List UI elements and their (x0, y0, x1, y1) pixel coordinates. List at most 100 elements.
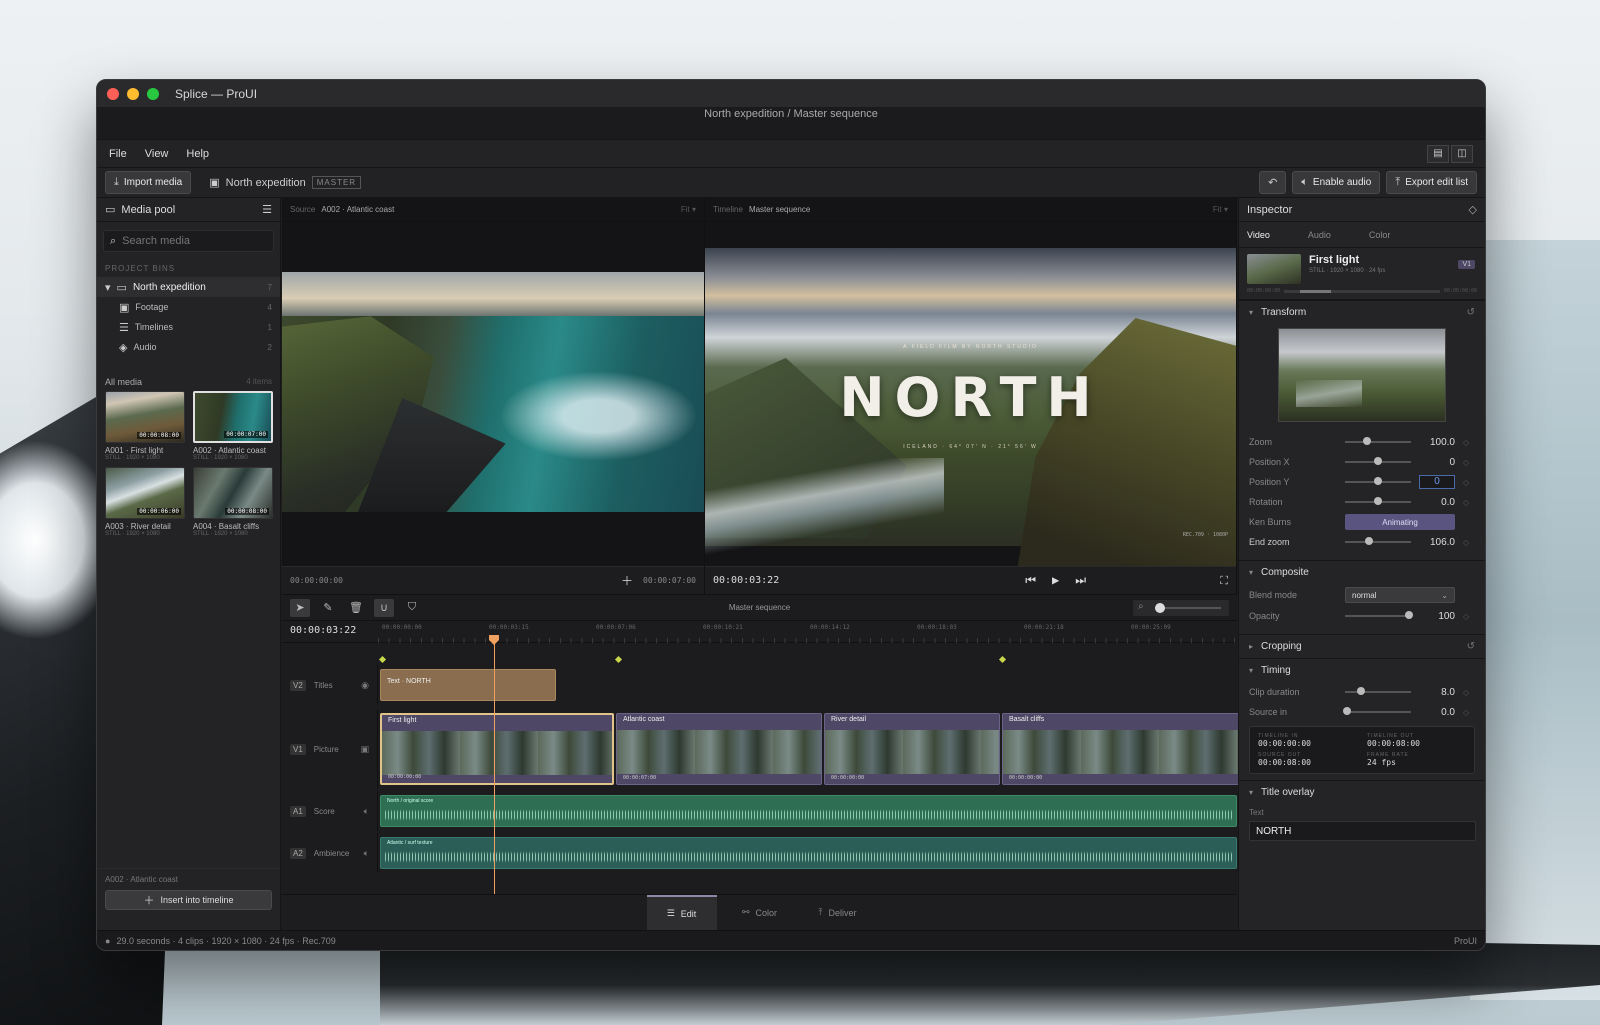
slider-knob[interactable] (1365, 537, 1373, 545)
overlay-text-input[interactable] (1249, 821, 1476, 841)
skip-back-icon[interactable]: ⏮ (1025, 573, 1036, 588)
marker-icon[interactable]: ⛉ (402, 599, 422, 617)
speaker-icon[interactable]: 🔈︎ (364, 848, 369, 859)
zoom-slider-knob[interactable] (1155, 602, 1165, 613)
video-clip[interactable]: Atlantic coast 00:00:07:00 (616, 713, 822, 785)
add-to-timeline-icon[interactable]: ＋ (621, 572, 633, 589)
menu-help[interactable]: Help (186, 148, 209, 160)
import-media-button[interactable]: ⤓ Import media (105, 171, 192, 194)
audio-clip[interactable]: Atlantic / surf texture (380, 837, 1237, 869)
tab-edit[interactable]: ☰ Edit (646, 895, 717, 930)
media-item[interactable]: 00:00:08:00 A004 · Basalt cliffs STILL ·… (193, 467, 273, 537)
timeline-ruler[interactable]: 00:00:03:22 00:00:00:00 00:00:03:15 00:0… (282, 621, 1237, 643)
playhead[interactable] (494, 643, 495, 894)
end-zoom-slider[interactable] (1345, 537, 1411, 545)
undo-button[interactable]: ↶ (1259, 171, 1287, 194)
title-clip[interactable]: Text · NORTH (380, 669, 556, 701)
reset-icon[interactable]: ↺ (1467, 307, 1475, 318)
diamond-icon[interactable]: ◇ (1469, 203, 1477, 216)
media-item[interactable]: 00:00:08:00 A001 · First light STILL · 1… (105, 391, 185, 461)
eye-icon[interactable]: ◉ (361, 680, 369, 691)
prop-value[interactable]: 0.0 (1419, 497, 1455, 508)
slider-knob[interactable] (1374, 477, 1382, 485)
video-clip[interactable]: First light 00:00:00:00 (380, 713, 614, 785)
zoom-slider[interactable] (1345, 437, 1411, 445)
ken-burns-toggle[interactable]: Animating (1345, 514, 1455, 530)
prop-value[interactable]: 100 (1419, 611, 1455, 622)
select-tool-icon[interactable]: ➤ (290, 598, 310, 617)
clip-duration-slider[interactable] (1345, 687, 1411, 695)
enable-audio-button[interactable]: 🔈︎ Enable audio (1292, 171, 1381, 194)
slider-knob[interactable] (1363, 437, 1371, 445)
program-fit-dropdown[interactable]: Fit ▾ (1213, 205, 1228, 214)
slider-knob[interactable] (1374, 497, 1382, 505)
fullscreen-icon[interactable]: ⛶ (1220, 574, 1228, 588)
slider-knob[interactable] (1405, 611, 1413, 619)
speaker-icon[interactable]: 🔈︎ (364, 806, 369, 817)
keyframe-icon[interactable]: ◇ (1463, 612, 1469, 621)
audio-clip[interactable]: North / original score (380, 795, 1237, 827)
close-window-button[interactable] (107, 87, 119, 100)
tab-color-inspector[interactable]: Color (1369, 230, 1391, 240)
delete-icon[interactable]: 🗑︎ (346, 599, 366, 617)
source-in-slider[interactable] (1343, 707, 1411, 715)
rotation-slider[interactable] (1345, 497, 1411, 505)
section-title-overlay[interactable]: ▾ Title overlay (1239, 780, 1485, 804)
keyframe-icon[interactable]: ◇ (1463, 478, 1469, 487)
position-x-slider[interactable] (1345, 457, 1411, 465)
reset-icon[interactable]: ↺ (1467, 641, 1475, 652)
position-y-input[interactable]: 0 (1419, 475, 1455, 489)
bin-footage[interactable]: ▣ Footage 4 (97, 297, 280, 317)
source-viewer[interactable]: Source A002 · Atlantic coast Fit ▾ 00:00:0… (282, 198, 705, 594)
prop-value[interactable]: 100.0 (1419, 437, 1455, 448)
bin-timelines[interactable]: ☰ Timelines 1 (97, 317, 280, 337)
chevron-down-icon[interactable]: ▾ (105, 281, 111, 294)
menu-file[interactable]: File (109, 148, 127, 160)
timeline-marker[interactable] (998, 655, 1007, 664)
media-item[interactable]: 00:00:06:00 A003 · River detail STILL · … (105, 467, 185, 537)
keyframe-icon[interactable]: ◇ (1463, 458, 1469, 467)
zoom-window-button[interactable] (147, 87, 159, 100)
bin-audio[interactable]: ◈ Audio 2 (97, 337, 280, 357)
keyframe-icon[interactable]: ◇ (1463, 538, 1469, 547)
media-item[interactable]: 00:00:07:00 A002 · Atlantic coast STILL … (193, 391, 273, 461)
section-cropping[interactable]: ▸ Cropping ↺ (1239, 634, 1485, 658)
timeline-marker[interactable] (378, 655, 387, 664)
tab-audio[interactable]: Audio (1308, 230, 1331, 240)
minimize-window-button[interactable] (127, 87, 139, 100)
keyframe-icon[interactable]: ◇ (1463, 708, 1469, 717)
prop-value[interactable]: 8.0 (1419, 687, 1455, 698)
skip-forward-icon[interactable]: ⏭ (1075, 573, 1086, 588)
slider-knob[interactable] (1374, 457, 1382, 465)
play-icon[interactable]: ▶ (1052, 573, 1059, 588)
insert-into-timeline-button[interactable]: ＋ Insert into timeline (105, 890, 272, 910)
tab-deliver[interactable]: ⤒ Deliver (803, 895, 873, 930)
snap-magnet-icon[interactable]: ∪ (374, 598, 394, 617)
source-fit-dropdown[interactable]: Fit ▾ (681, 205, 696, 214)
video-clip[interactable]: Basalt cliffs 00:00:00:00 (1002, 713, 1242, 785)
keyframe-icon[interactable]: ◇ (1463, 688, 1469, 697)
prop-value[interactable]: 0.0 (1419, 707, 1455, 718)
keyframe-icon[interactable]: ◇ (1463, 438, 1469, 447)
position-y-slider[interactable] (1345, 477, 1411, 485)
section-composite[interactable]: ▾ Composite (1239, 560, 1485, 584)
prop-value[interactable]: 0 (1419, 457, 1455, 468)
program-viewer[interactable]: Timeline Master sequence Fit ▾ A FIELD FIL… (705, 198, 1237, 596)
prop-value[interactable]: 106.0 (1419, 537, 1455, 548)
section-timing[interactable]: ▾ Timing (1239, 658, 1485, 682)
blade-tool-icon[interactable]: ✎ (318, 599, 338, 617)
slider-knob[interactable] (1357, 687, 1365, 695)
tab-video[interactable]: Video (1247, 230, 1270, 240)
list-view-icon[interactable]: ☰ (262, 203, 272, 216)
opacity-slider[interactable] (1345, 611, 1413, 619)
tab-color[interactable]: ⚯ Color (725, 895, 795, 930)
section-transform[interactable]: ▾ Transform ↺ (1239, 300, 1485, 324)
timeline-zoom-slider[interactable]: ⌕ (1133, 599, 1229, 616)
layout-single-icon[interactable]: ▤ (1427, 144, 1449, 163)
search-input[interactable] (122, 235, 253, 247)
export-edit-list-button[interactable]: ⤒ Export edit list (1386, 171, 1477, 194)
blend-mode-select[interactable]: normal ⌄ (1345, 587, 1455, 603)
slider-knob[interactable] (1343, 707, 1351, 715)
film-icon[interactable]: ▣ (360, 744, 369, 755)
keyframe-icon[interactable]: ◇ (1463, 498, 1469, 507)
